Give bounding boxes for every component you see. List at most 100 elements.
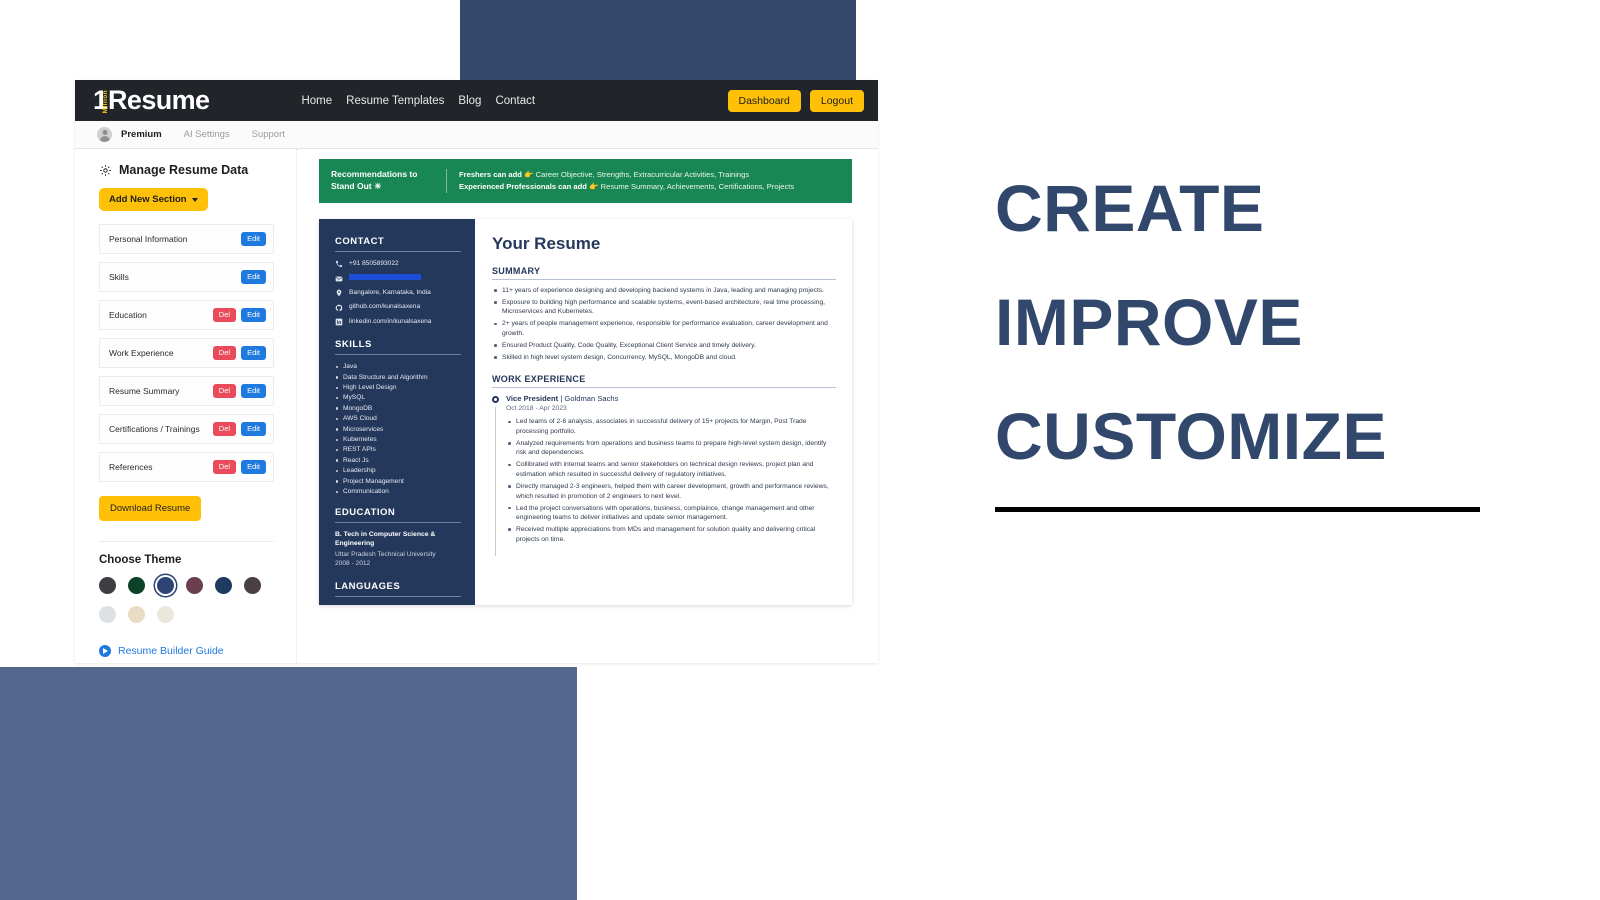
contact-phone: +91 8505893022	[335, 260, 461, 269]
subnav-item-ai-settings[interactable]: AI Settings	[184, 129, 230, 140]
section-label: Personal Information	[109, 234, 188, 244]
resume-main-content: Your Resume SUMMARY 11+ years of experie…	[475, 219, 852, 605]
promo-line-customize: CUSTOMIZE	[995, 399, 1387, 473]
resume-builder-guide[interactable]: Resume Builder Guide	[99, 645, 274, 657]
banner-freshers-line: Freshers can add 👉 Career Objective, Str…	[459, 169, 794, 181]
theme-swatch-6[interactable]	[99, 606, 116, 623]
theme-swatch-7[interactable]	[128, 606, 145, 623]
pointing-hand-icon: 👉	[524, 170, 534, 179]
resume-document-preview[interactable]: CONTACT +91 8505893022 Bangalore, Karnat…	[319, 218, 852, 605]
delete-button[interactable]: Del	[212, 459, 237, 475]
delete-button[interactable]: Del	[212, 307, 237, 323]
dashboard-button[interactable]: Dashboard	[727, 89, 801, 112]
avatar[interactable]	[97, 127, 112, 142]
skills-list: Java Data Structure and Algorithm High L…	[335, 363, 461, 495]
section-row-education[interactable]: Education Del Edit	[99, 300, 274, 330]
skill-item: Communication	[335, 488, 461, 495]
contact-location-text: Bangalore, Karnataka, India	[349, 288, 431, 296]
subnav-item-support[interactable]: Support	[252, 129, 285, 140]
contact-email-redacted	[349, 274, 421, 281]
theme-swatches	[99, 577, 267, 623]
skill-item: Kubernetes	[335, 436, 461, 443]
theme-swatch-4[interactable]	[215, 577, 232, 594]
nav-actions: Dashboard Logout	[727, 89, 864, 112]
job-company: Goldman Sachs	[564, 394, 619, 404]
resume-sections-list: Personal Information Edit Skills Edit Ed…	[99, 224, 274, 482]
primary-nav-links: Home Resume Templates Blog Contact	[301, 95, 535, 107]
job-point: Directly managed 2-3 engineers, helped t…	[506, 482, 836, 501]
edit-button[interactable]: Edit	[241, 383, 266, 399]
delete-button[interactable]: Del	[212, 345, 237, 361]
edit-button[interactable]: Edit	[241, 345, 266, 361]
languages-heading: LANGUAGES	[335, 581, 461, 597]
linkedin-icon	[335, 318, 343, 326]
section-label: Education	[109, 310, 147, 320]
edit-button[interactable]: Edit	[241, 231, 266, 247]
job-point: Collibrated with internal teams and seni…	[506, 460, 836, 479]
work-experience-heading: WORK EXPERIENCE	[492, 374, 836, 389]
delete-button[interactable]: Del	[212, 383, 237, 399]
edit-button[interactable]: Edit	[241, 459, 266, 475]
resume-builder-guide-link[interactable]: Resume Builder Guide	[118, 645, 224, 657]
nav-link-blog[interactable]: Blog	[458, 95, 481, 107]
github-icon	[335, 304, 343, 311]
theme-swatch-5[interactable]	[244, 577, 261, 594]
contact-phone-text: +91 8505893022	[349, 259, 399, 267]
section-label: Work Experience	[109, 348, 174, 358]
section-actions: Del Edit	[212, 421, 266, 437]
add-new-section-button[interactable]: Add New Section	[99, 188, 208, 211]
skill-item: High Level Design	[335, 384, 461, 391]
brand-million: Million	[101, 89, 109, 113]
banner-freshers-text: Career Objective, Strengths, Extracurric…	[535, 170, 750, 179]
subnav-item-premium[interactable]: Premium	[121, 129, 162, 140]
job-dates: Oct 2018 - Apr 2023	[506, 405, 567, 413]
contact-linkedin: linkedin.com/in/kunalsaxena	[335, 318, 461, 327]
phone-icon	[336, 261, 342, 268]
edit-button[interactable]: Edit	[241, 307, 266, 323]
skill-item: React Js	[335, 457, 461, 464]
theme-swatch-1[interactable]	[128, 577, 145, 594]
section-actions: Del Edit	[212, 345, 266, 361]
education-degree: B. Tech in Computer Science & Engineerin…	[335, 530, 436, 547]
app-body: Manage Resume Data Add New Section Perso…	[75, 149, 878, 663]
banner-body: Freshers can add 👉 Career Objective, Str…	[446, 169, 794, 193]
brand-logo[interactable]: 1 Million Resume	[93, 87, 210, 114]
secondary-navigation-bar: Premium AI Settings Support	[75, 121, 878, 149]
skill-item: MySQL	[335, 394, 461, 401]
edit-button[interactable]: Edit	[241, 269, 266, 285]
section-row-skills[interactable]: Skills Edit	[99, 262, 274, 292]
job-title-row: Vice President | Goldman Sachs	[506, 394, 619, 404]
section-row-work-experience[interactable]: Work Experience Del Edit	[99, 338, 274, 368]
job-point: Led the project conversations with opera…	[506, 504, 836, 523]
nav-link-home[interactable]: Home	[301, 95, 332, 107]
section-row-references[interactable]: References Del Edit	[99, 452, 274, 482]
summary-point: Ensured Product Quality, Code Quality, E…	[492, 341, 836, 351]
theme-swatch-8[interactable]	[157, 606, 174, 623]
summary-point: 11+ years of experience designing and de…	[492, 286, 836, 296]
promo-text-block: CREATE IMPROVE CUSTOMIZE	[995, 175, 1495, 512]
nav-link-contact[interactable]: Contact	[495, 95, 535, 107]
theme-swatch-2-selected[interactable]	[157, 577, 174, 594]
pointing-hand-icon: 👉	[589, 181, 599, 191]
delete-button[interactable]: Del	[212, 421, 237, 437]
contact-heading: CONTACT	[335, 236, 461, 252]
work-experience-body: Vice President | Goldman Sachs Oct 2018 …	[506, 394, 836, 556]
section-label: Resume Summary	[109, 386, 180, 396]
section-row-resume-summary[interactable]: Resume Summary Del Edit	[99, 376, 274, 406]
download-resume-button[interactable]: Download Resume	[99, 496, 202, 521]
nav-link-resume-templates[interactable]: Resume Templates	[346, 95, 444, 107]
banner-experienced-text: Resume Summary, Achievements, Certificat…	[600, 181, 795, 191]
section-row-certifications-trainings[interactable]: Certifications / Trainings Del Edit	[99, 414, 274, 444]
theme-swatch-3[interactable]	[186, 577, 203, 594]
edit-button[interactable]: Edit	[241, 421, 266, 437]
work-experience-entry: Vice President | Goldman Sachs Oct 2018 …	[492, 394, 836, 557]
section-label: Certifications / Trainings	[109, 424, 200, 434]
theme-swatch-0[interactable]	[99, 577, 116, 594]
banner-heading: Recommendations to Stand Out ☀	[331, 169, 418, 191]
skill-item: MongoDB	[335, 405, 461, 412]
page-title: Manage Resume Data	[119, 163, 249, 177]
banner-experienced-line: Experienced Professionals can add 👉 Resu…	[459, 181, 794, 193]
section-row-personal-information[interactable]: Personal Information Edit	[99, 224, 274, 254]
logout-button[interactable]: Logout	[809, 89, 864, 112]
section-label: References	[109, 462, 153, 472]
